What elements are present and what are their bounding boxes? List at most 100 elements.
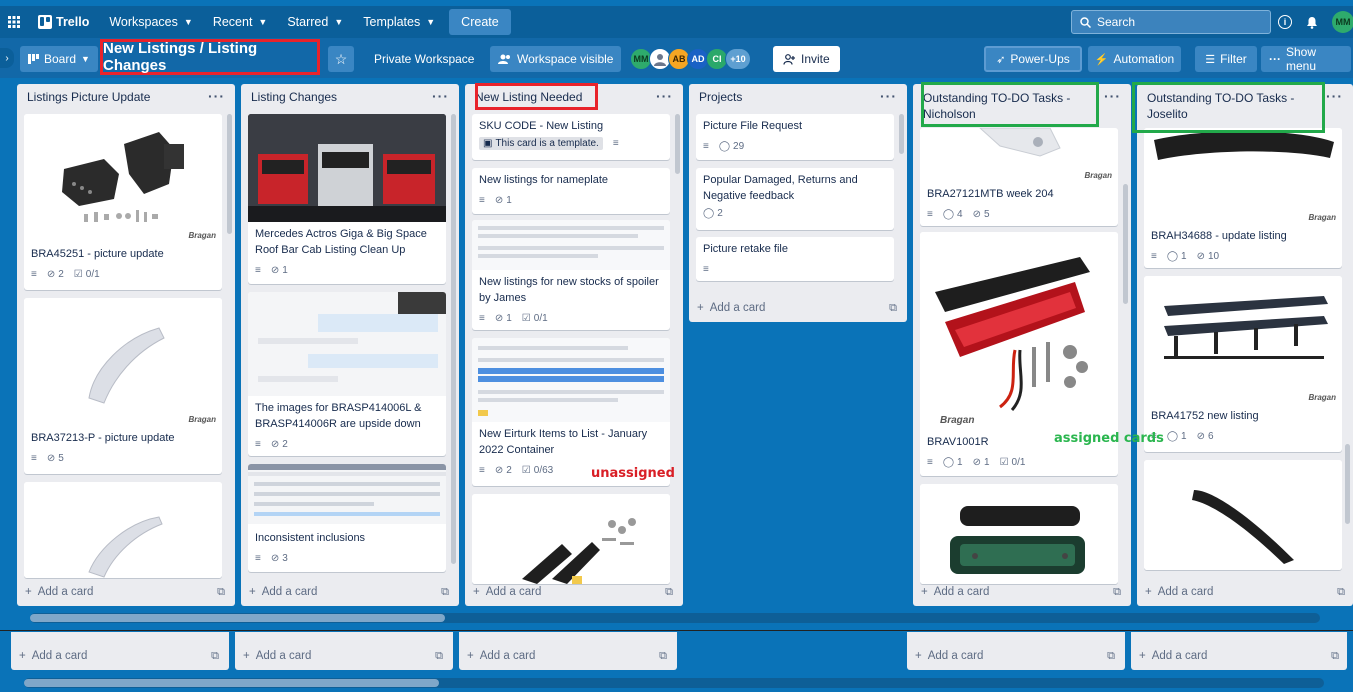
nav-starred[interactable]: Starred ▼: [277, 8, 353, 36]
card[interactable]: Bragan BRA45251 - picture update ≡ ⊘ 2 ☑ 0…: [24, 114, 222, 290]
card[interactable]: Popular Damaged, Returns and Negative fe…: [696, 168, 894, 230]
list-menu-icon[interactable]: ···: [1326, 88, 1343, 104]
create-from-template-icon[interactable]: ⧉: [1337, 586, 1345, 599]
card[interactable]: Picture File Request ≡ ◯ 29: [696, 114, 894, 160]
card[interactable]: Mercedes Actros Giga & Big Space Roof Ba…: [248, 114, 446, 284]
create-from-template-icon[interactable]: ⧉: [441, 586, 449, 599]
card[interactable]: Inconsistent inclusions ≡ ⊘ 3: [248, 464, 446, 572]
nav-recent[interactable]: Recent ▼: [203, 8, 278, 36]
paperclip-icon: ⊘: [1196, 430, 1205, 442]
plus-icon: +: [243, 650, 250, 662]
card[interactable]: Picture retake file ≡: [696, 237, 894, 281]
list-title[interactable]: Listing Changes: [241, 84, 459, 110]
board-title[interactable]: New Listings / Listing Changes: [100, 39, 320, 75]
add-card-button[interactable]: + Add a card ⧉: [25, 586, 225, 599]
create-from-template-icon[interactable]: ⧉: [1113, 586, 1121, 599]
card-cover-image: [472, 220, 670, 270]
create-from-template-icon[interactable]: ⧉: [211, 650, 219, 663]
card-badges: ≡ ⊘ 2 ☑ 0/1: [24, 265, 222, 283]
attachment-count: 1: [506, 194, 512, 206]
list-menu-icon[interactable]: ···: [656, 88, 673, 104]
search-input[interactable]: Search: [1071, 10, 1271, 34]
create-from-template-icon[interactable]: ⧉: [665, 586, 673, 599]
card[interactable]: [472, 494, 670, 584]
star-board-button[interactable]: ☆: [328, 46, 354, 72]
invite-button[interactable]: Invite: [773, 46, 840, 72]
create-from-template-icon[interactable]: ⧉: [889, 302, 897, 315]
trello-logo[interactable]: Trello: [28, 8, 99, 36]
list-scrollbar[interactable]: [899, 114, 904, 154]
notifications-bell-icon[interactable]: [1306, 16, 1318, 29]
board-view-switcher[interactable]: Board ▼: [20, 46, 98, 72]
scrollbar-thumb[interactable]: [24, 679, 439, 687]
add-card-button[interactable]: + Add a card ⧉: [697, 302, 897, 315]
add-card-button[interactable]: + Add a card ⧉: [1139, 650, 1339, 663]
list-new-listing-needed: New Listing Needed ··· SKU CODE - New Li…: [465, 84, 683, 606]
scrollbar-thumb[interactable]: [30, 614, 445, 622]
app-switcher-icon[interactable]: [0, 8, 28, 36]
nav-templates[interactable]: Templates ▼: [353, 8, 445, 36]
card[interactable]: [24, 482, 222, 578]
list-scrollbar[interactable]: [1123, 184, 1128, 304]
create-from-template-icon[interactable]: ⧉: [1331, 650, 1339, 663]
list-menu-icon[interactable]: ···: [208, 88, 225, 104]
add-card-button[interactable]: + Add a card ⧉: [1145, 586, 1345, 599]
description-icon: ≡: [703, 263, 709, 275]
filter-label: Filter: [1220, 52, 1247, 66]
add-card-button[interactable]: + Add a card ⧉: [467, 650, 667, 663]
brand-watermark: Bragan: [1308, 213, 1336, 222]
board-horizontal-scrollbar[interactable]: [30, 613, 1320, 623]
create-from-template-icon[interactable]: ⧉: [217, 586, 225, 599]
card[interactable]: Bragan BRA37213-P - picture update ≡ ⊘ 5: [24, 298, 222, 474]
card[interactable]: Bragan BRA27121MTB week 204 ≡ ◯ 4 ⊘ 5: [920, 128, 1118, 226]
user-avatar[interactable]: MM: [1332, 11, 1353, 33]
add-card-button[interactable]: + Add a card ⧉: [243, 650, 443, 663]
power-ups-label: Power-Ups: [1010, 52, 1070, 66]
card-badges: ≡: [696, 260, 894, 278]
member-photo-icon: [654, 54, 666, 66]
create-from-template-icon[interactable]: ⧉: [1107, 650, 1115, 663]
add-card-button[interactable]: + Add a card ⧉: [921, 586, 1121, 599]
card[interactable]: The images for BRASP414006L & BRASP41400…: [248, 292, 446, 456]
create-from-template-icon[interactable]: ⧉: [659, 650, 667, 663]
list-scrollbar[interactable]: [451, 114, 456, 564]
list-title[interactable]: Listings Picture Update: [17, 84, 235, 110]
workspace-button[interactable]: Private Workspace: [366, 46, 482, 72]
list-scrollbar[interactable]: [675, 114, 680, 174]
show-menu-button[interactable]: ··· Show menu: [1261, 45, 1351, 73]
add-card-button[interactable]: + Add a card ⧉: [915, 650, 1115, 663]
card[interactable]: [1144, 460, 1342, 570]
card[interactable]: Bragan BRA41752 new listing ≡ ◯ 1 ⊘ 6: [1144, 276, 1342, 452]
card[interactable]: Bragan BRAH34688 - update listing ≡ ◯ 1 ⊘…: [1144, 128, 1342, 268]
automation-button[interactable]: ⚡ Automation: [1088, 46, 1181, 72]
card[interactable]: [920, 484, 1118, 584]
filter-button[interactable]: ☰ Filter: [1195, 46, 1257, 72]
card-template[interactable]: SKU CODE - New Listing ▣ This card is a t…: [472, 114, 670, 160]
attachment-count: 2: [58, 268, 64, 280]
mini-list: + Add a card ⧉: [907, 632, 1125, 670]
list-title[interactable]: Projects: [689, 84, 907, 110]
list-menu-icon[interactable]: ···: [432, 88, 449, 104]
list-menu-icon[interactable]: ···: [1104, 88, 1121, 104]
power-ups-button[interactable]: ➶ Power-Ups: [984, 46, 1082, 72]
visibility-button[interactable]: Workspace visible: [490, 46, 622, 72]
nav-workspaces[interactable]: Workspaces ▼: [99, 8, 202, 36]
list-scrollbar[interactable]: [227, 114, 232, 234]
add-card-button[interactable]: + Add a card ⧉: [473, 586, 673, 599]
paperclip-icon: ⊘: [494, 194, 504, 206]
create-from-template-icon[interactable]: ⧉: [435, 650, 443, 663]
card-title: New Eirturk Items to List - January 2022…: [479, 428, 648, 456]
more-members-badge[interactable]: +10: [725, 48, 751, 70]
comment-badge: ◯ 1: [943, 457, 963, 468]
card[interactable]: New Eirturk Items to List - January 2022…: [472, 338, 670, 486]
add-card-button[interactable]: + Add a card ⧉: [249, 586, 449, 599]
create-button[interactable]: Create: [449, 9, 511, 35]
list-menu-icon[interactable]: ···: [880, 88, 897, 104]
add-card-button[interactable]: + Add a card ⧉: [19, 650, 219, 663]
lower-horizontal-scrollbar[interactable]: [24, 678, 1324, 688]
card[interactable]: New listings for new stocks of spoiler b…: [472, 220, 670, 330]
card[interactable]: New listings for nameplate ≡ ⊘ 1: [472, 168, 670, 214]
sidebar-expand-icon[interactable]: ›: [0, 48, 14, 68]
list-scrollbar[interactable]: [1345, 444, 1350, 524]
info-icon[interactable]: i: [1278, 15, 1292, 29]
